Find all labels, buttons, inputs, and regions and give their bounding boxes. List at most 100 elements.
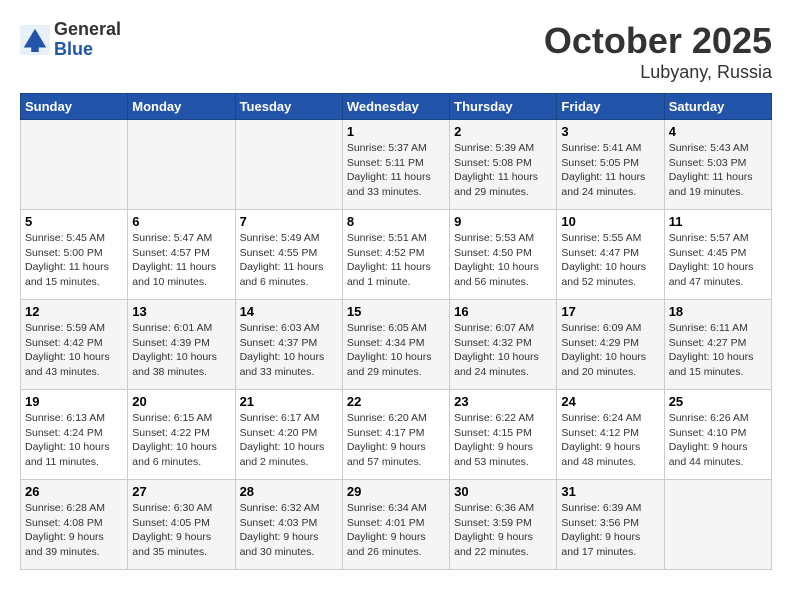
day-info: Sunrise: 5:53 AM Sunset: 4:50 PM Dayligh… [454,231,552,290]
calendar-cell-w1-d6: 11 Sunrise: 5:57 AM Sunset: 4:45 PM Dayli… [664,210,771,300]
calendar-cell-w3-d5: 24 Sunrise: 6:24 AM Sunset: 4:12 PM Dayli… [557,390,664,480]
day-info: Sunrise: 6:09 AM Sunset: 4:29 PM Dayligh… [561,321,659,380]
day-number: 25 [669,394,767,409]
calendar-week-2: 12Sunrise: 5:59 AM Sunset: 4:42 PM Dayli… [21,300,772,390]
day-number: 27 [132,484,230,499]
calendar-cell-w0-d3: 1Sunrise: 5:37 AM Sunset: 5:11 PM Daylig… [342,120,449,210]
calendar-week-1: 5 Sunrise: 5:45 AM Sunset: 5:00 PM Daylig… [21,210,772,300]
logo-icon [20,25,50,55]
day-number: 5 [25,214,123,229]
calendar-cell-w2-d4: 16 Sunrise: 6:07 AM Sunset: 4:32 PM Dayli… [450,300,557,390]
calendar-cell-w0-d0 [21,120,128,210]
day-info: Sunrise: 5:47 AM Sunset: 4:57 PM Dayligh… [132,231,230,290]
day-number: 28 [240,484,338,499]
weekday-header-wednesday: Wednesday [342,94,449,120]
day-number: 13 [132,304,230,319]
day-number: 29 [347,484,445,499]
calendar-cell-w0-d5: 3Sunrise: 5:41 AM Sunset: 5:05 PM Daylig… [557,120,664,210]
day-number: 31 [561,484,659,499]
calendar-week-3: 19 Sunrise: 6:13 AM Sunset: 4:24 PM Dayli… [21,390,772,480]
day-info: Sunrise: 5:45 AM Sunset: 5:00 PM Dayligh… [25,231,123,290]
calendar-cell-w3-d6: 25 Sunrise: 6:26 AM Sunset: 4:10 PM Dayli… [664,390,771,480]
day-number: 21 [240,394,338,409]
calendar-cell-w2-d1: 13 Sunrise: 6:01 AM Sunset: 4:39 PM Dayli… [128,300,235,390]
weekday-header-friday: Friday [557,94,664,120]
weekday-header-tuesday: Tuesday [235,94,342,120]
calendar-cell-w1-d4: 9Sunrise: 5:53 AM Sunset: 4:50 PM Daylig… [450,210,557,300]
calendar-cell-w0-d2 [235,120,342,210]
calendar-header: SundayMondayTuesdayWednesdayThursdayFrid… [21,94,772,120]
day-info: Sunrise: 6:32 AM Sunset: 4:03 PM Dayligh… [240,501,338,560]
day-number: 19 [25,394,123,409]
month-title: October 2025 Lubyany, Russia [544,20,772,83]
weekday-header-sunday: Sunday [21,94,128,120]
weekday-header-monday: Monday [128,94,235,120]
day-info: Sunrise: 6:20 AM Sunset: 4:17 PM Dayligh… [347,411,445,470]
calendar: SundayMondayTuesdayWednesdayThursdayFrid… [20,93,772,570]
calendar-cell-w4-d1: 27Sunrise: 6:30 AM Sunset: 4:05 PM Dayli… [128,480,235,570]
calendar-cell-w3-d4: 23 Sunrise: 6:22 AM Sunset: 4:15 PM Dayli… [450,390,557,480]
calendar-cell-w1-d5: 10Sunrise: 5:55 AM Sunset: 4:47 PM Dayli… [557,210,664,300]
day-info: Sunrise: 6:17 AM Sunset: 4:20 PM Dayligh… [240,411,338,470]
logo-blue: Blue [54,40,121,60]
calendar-cell-w2-d6: 18Sunrise: 6:11 AM Sunset: 4:27 PM Dayli… [664,300,771,390]
day-info: Sunrise: 6:03 AM Sunset: 4:37 PM Dayligh… [240,321,338,380]
day-number: 2 [454,124,552,139]
month-year: October 2025 [544,20,772,62]
calendar-cell-w3-d1: 20 Sunrise: 6:15 AM Sunset: 4:22 PM Dayli… [128,390,235,480]
day-info: Sunrise: 6:11 AM Sunset: 4:27 PM Dayligh… [669,321,767,380]
day-number: 6 [132,214,230,229]
day-number: 24 [561,394,659,409]
day-info: Sunrise: 6:05 AM Sunset: 4:34 PM Dayligh… [347,321,445,380]
calendar-cell-w4-d0: 26Sunrise: 6:28 AM Sunset: 4:08 PM Dayli… [21,480,128,570]
calendar-week-4: 26Sunrise: 6:28 AM Sunset: 4:08 PM Dayli… [21,480,772,570]
calendar-cell-w4-d2: 28 Sunrise: 6:32 AM Sunset: 4:03 PM Dayli… [235,480,342,570]
day-number: 8 [347,214,445,229]
day-number: 4 [669,124,767,139]
day-number: 30 [454,484,552,499]
calendar-cell-w4-d4: 30 Sunrise: 6:36 AM Sunset: 3:59 PM Dayli… [450,480,557,570]
day-number: 22 [347,394,445,409]
day-info: Sunrise: 6:26 AM Sunset: 4:10 PM Dayligh… [669,411,767,470]
day-number: 10 [561,214,659,229]
weekday-header-saturday: Saturday [664,94,771,120]
calendar-cell-w4-d5: 31 Sunrise: 6:39 AM Sunset: 3:56 PM Dayli… [557,480,664,570]
calendar-cell-w2-d0: 12Sunrise: 5:59 AM Sunset: 4:42 PM Dayli… [21,300,128,390]
logo-general: General [54,20,121,40]
calendar-cell-w1-d3: 8 Sunrise: 5:51 AM Sunset: 4:52 PM Daylig… [342,210,449,300]
day-info: Sunrise: 5:51 AM Sunset: 4:52 PM Dayligh… [347,231,445,290]
day-info: Sunrise: 6:36 AM Sunset: 3:59 PM Dayligh… [454,501,552,560]
calendar-cell-w1-d0: 5 Sunrise: 5:45 AM Sunset: 5:00 PM Daylig… [21,210,128,300]
day-info: Sunrise: 5:59 AM Sunset: 4:42 PM Dayligh… [25,321,123,380]
day-info: Sunrise: 6:22 AM Sunset: 4:15 PM Dayligh… [454,411,552,470]
day-number: 7 [240,214,338,229]
day-number: 11 [669,214,767,229]
day-info: Sunrise: 5:37 AM Sunset: 5:11 PM Dayligh… [347,141,445,200]
day-info: Sunrise: 6:13 AM Sunset: 4:24 PM Dayligh… [25,411,123,470]
day-info: Sunrise: 6:24 AM Sunset: 4:12 PM Dayligh… [561,411,659,470]
day-info: Sunrise: 6:07 AM Sunset: 4:32 PM Dayligh… [454,321,552,380]
day-info: Sunrise: 6:01 AM Sunset: 4:39 PM Dayligh… [132,321,230,380]
weekday-row: SundayMondayTuesdayWednesdayThursdayFrid… [21,94,772,120]
day-info: Sunrise: 6:28 AM Sunset: 4:08 PM Dayligh… [25,501,123,560]
calendar-cell-w4-d3: 29 Sunrise: 6:34 AM Sunset: 4:01 PM Dayli… [342,480,449,570]
day-number: 16 [454,304,552,319]
day-info: Sunrise: 5:57 AM Sunset: 4:45 PM Dayligh… [669,231,767,290]
day-number: 14 [240,304,338,319]
calendar-body: 1Sunrise: 5:37 AM Sunset: 5:11 PM Daylig… [21,120,772,570]
calendar-cell-w3-d0: 19 Sunrise: 6:13 AM Sunset: 4:24 PM Dayli… [21,390,128,480]
day-number: 23 [454,394,552,409]
day-number: 3 [561,124,659,139]
day-info: Sunrise: 6:15 AM Sunset: 4:22 PM Dayligh… [132,411,230,470]
day-number: 20 [132,394,230,409]
day-info: Sunrise: 6:34 AM Sunset: 4:01 PM Dayligh… [347,501,445,560]
calendar-cell-w1-d2: 7Sunrise: 5:49 AM Sunset: 4:55 PM Daylig… [235,210,342,300]
calendar-cell-w3-d2: 21 Sunrise: 6:17 AM Sunset: 4:20 PM Dayli… [235,390,342,480]
calendar-cell-w2-d5: 17Sunrise: 6:09 AM Sunset: 4:29 PM Dayli… [557,300,664,390]
day-info: Sunrise: 6:39 AM Sunset: 3:56 PM Dayligh… [561,501,659,560]
calendar-cell-w3-d3: 22 Sunrise: 6:20 AM Sunset: 4:17 PM Dayli… [342,390,449,480]
calendar-cell-w4-d6 [664,480,771,570]
weekday-header-thursday: Thursday [450,94,557,120]
location: Lubyany, Russia [544,62,772,83]
calendar-cell-w0-d4: 2Sunrise: 5:39 AM Sunset: 5:08 PM Daylig… [450,120,557,210]
